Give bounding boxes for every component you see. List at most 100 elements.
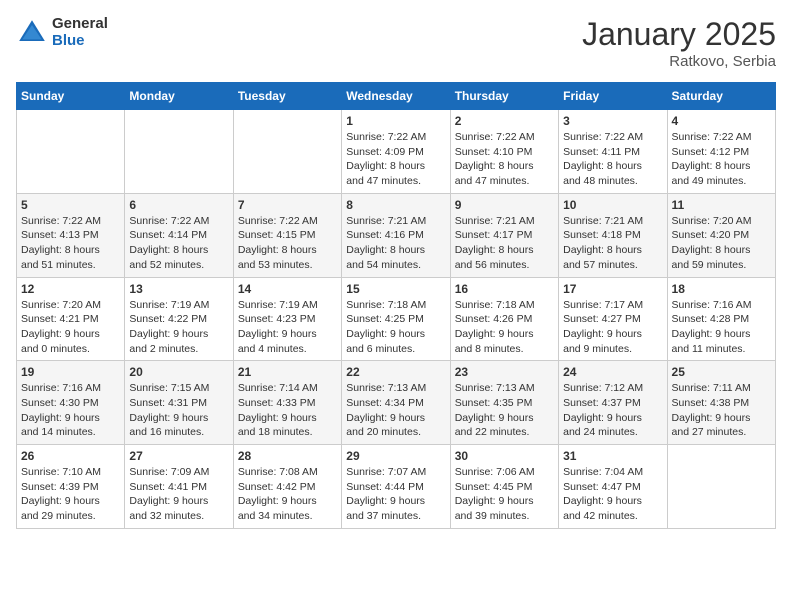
day-number: 9 bbox=[455, 198, 554, 212]
calendar-header-row: SundayMondayTuesdayWednesdayThursdayFrid… bbox=[17, 83, 776, 110]
calendar-title: January 2025 bbox=[582, 16, 776, 53]
calendar-cell: 29 Sunrise: 7:07 AM Sunset: 4:44 PM Dayli… bbox=[342, 445, 450, 529]
day-info: Sunrise: 7:16 AM Sunset: 4:28 PM Dayligh… bbox=[672, 298, 771, 357]
calendar-cell: 8 Sunrise: 7:21 AM Sunset: 4:16 PM Daylig… bbox=[342, 193, 450, 277]
calendar-cell: 7 Sunrise: 7:22 AM Sunset: 4:15 PM Daylig… bbox=[233, 193, 341, 277]
day-number: 16 bbox=[455, 282, 554, 296]
calendar-cell: 22 Sunrise: 7:13 AM Sunset: 4:34 PM Dayli… bbox=[342, 361, 450, 445]
day-number: 25 bbox=[672, 365, 771, 379]
day-number: 4 bbox=[672, 114, 771, 128]
day-number: 24 bbox=[563, 365, 662, 379]
calendar-table: SundayMondayTuesdayWednesdayThursdayFrid… bbox=[16, 82, 776, 529]
day-info: Sunrise: 7:10 AM Sunset: 4:39 PM Dayligh… bbox=[21, 465, 120, 524]
calendar-cell: 26 Sunrise: 7:10 AM Sunset: 4:39 PM Dayli… bbox=[17, 445, 125, 529]
day-info: Sunrise: 7:13 AM Sunset: 4:35 PM Dayligh… bbox=[455, 381, 554, 440]
page-header: General Blue January 2025 Ratkovo, Serbi… bbox=[16, 16, 776, 70]
calendar-cell: 17 Sunrise: 7:17 AM Sunset: 4:27 PM Dayli… bbox=[559, 277, 667, 361]
day-info: Sunrise: 7:22 AM Sunset: 4:11 PM Dayligh… bbox=[563, 130, 662, 189]
day-info: Sunrise: 7:21 AM Sunset: 4:16 PM Dayligh… bbox=[346, 214, 445, 273]
day-info: Sunrise: 7:17 AM Sunset: 4:27 PM Dayligh… bbox=[563, 298, 662, 357]
calendar-cell: 3Sunrise: 7:22 AM Sunset: 4:11 PM Daylig… bbox=[559, 110, 667, 194]
calendar-cell bbox=[125, 110, 233, 194]
day-number: 5 bbox=[21, 198, 120, 212]
day-number: 30 bbox=[455, 449, 554, 463]
col-header-wednesday: Wednesday bbox=[342, 83, 450, 110]
day-info: Sunrise: 7:22 AM Sunset: 4:14 PM Dayligh… bbox=[129, 214, 228, 273]
day-info: Sunrise: 7:18 AM Sunset: 4:26 PM Dayligh… bbox=[455, 298, 554, 357]
day-number: 10 bbox=[563, 198, 662, 212]
day-number: 8 bbox=[346, 198, 445, 212]
calendar-cell: 14Sunrise: 7:19 AM Sunset: 4:23 PM Dayli… bbox=[233, 277, 341, 361]
day-info: Sunrise: 7:22 AM Sunset: 4:09 PM Dayligh… bbox=[346, 130, 445, 189]
calendar-cell: 4 Sunrise: 7:22 AM Sunset: 4:12 PM Daylig… bbox=[667, 110, 775, 194]
day-info: Sunrise: 7:22 AM Sunset: 4:12 PM Dayligh… bbox=[672, 130, 771, 189]
day-number: 31 bbox=[563, 449, 662, 463]
day-info: Sunrise: 7:19 AM Sunset: 4:23 PM Dayligh… bbox=[238, 298, 337, 357]
day-info: Sunrise: 7:06 AM Sunset: 4:45 PM Dayligh… bbox=[455, 465, 554, 524]
day-info: Sunrise: 7:11 AM Sunset: 4:38 PM Dayligh… bbox=[672, 381, 771, 440]
col-header-tuesday: Tuesday bbox=[233, 83, 341, 110]
calendar-cell: 6 Sunrise: 7:22 AM Sunset: 4:14 PM Daylig… bbox=[125, 193, 233, 277]
calendar-cell bbox=[667, 445, 775, 529]
day-number: 23 bbox=[455, 365, 554, 379]
day-info: Sunrise: 7:12 AM Sunset: 4:37 PM Dayligh… bbox=[563, 381, 662, 440]
calendar-cell: 31 Sunrise: 7:04 AM Sunset: 4:47 PM Dayli… bbox=[559, 445, 667, 529]
day-number: 20 bbox=[129, 365, 228, 379]
logo-blue-text: Blue bbox=[52, 33, 108, 50]
calendar-cell: 9 Sunrise: 7:21 AM Sunset: 4:17 PM Daylig… bbox=[450, 193, 558, 277]
calendar-location: Ratkovo, Serbia bbox=[582, 53, 776, 70]
day-number: 22 bbox=[346, 365, 445, 379]
day-number: 28 bbox=[238, 449, 337, 463]
calendar-cell: 10 Sunrise: 7:21 AM Sunset: 4:18 PM Dayli… bbox=[559, 193, 667, 277]
col-header-monday: Monday bbox=[125, 83, 233, 110]
calendar-cell bbox=[17, 110, 125, 194]
day-number: 6 bbox=[129, 198, 228, 212]
logo-text: General Blue bbox=[52, 16, 108, 49]
title-block: January 2025 Ratkovo, Serbia bbox=[582, 16, 776, 70]
calendar-cell: 2Sunrise: 7:22 AM Sunset: 4:10 PM Daylig… bbox=[450, 110, 558, 194]
calendar-week-2: 5Sunrise: 7:22 AM Sunset: 4:13 PM Daylig… bbox=[17, 193, 776, 277]
calendar-cell: 28 Sunrise: 7:08 AM Sunset: 4:42 PM Dayli… bbox=[233, 445, 341, 529]
day-number: 26 bbox=[21, 449, 120, 463]
calendar-week-3: 12Sunrise: 7:20 AM Sunset: 4:21 PM Dayli… bbox=[17, 277, 776, 361]
day-info: Sunrise: 7:19 AM Sunset: 4:22 PM Dayligh… bbox=[129, 298, 228, 357]
day-info: Sunrise: 7:20 AM Sunset: 4:20 PM Dayligh… bbox=[672, 214, 771, 273]
col-header-sunday: Sunday bbox=[17, 83, 125, 110]
calendar-cell: 27Sunrise: 7:09 AM Sunset: 4:41 PM Dayli… bbox=[125, 445, 233, 529]
day-number: 19 bbox=[21, 365, 120, 379]
day-number: 15 bbox=[346, 282, 445, 296]
day-info: Sunrise: 7:07 AM Sunset: 4:44 PM Dayligh… bbox=[346, 465, 445, 524]
calendar-cell: 25 Sunrise: 7:11 AM Sunset: 4:38 PM Dayli… bbox=[667, 361, 775, 445]
day-number: 7 bbox=[238, 198, 337, 212]
day-info: Sunrise: 7:16 AM Sunset: 4:30 PM Dayligh… bbox=[21, 381, 120, 440]
day-info: Sunrise: 7:14 AM Sunset: 4:33 PM Dayligh… bbox=[238, 381, 337, 440]
calendar-cell: 30 Sunrise: 7:06 AM Sunset: 4:45 PM Dayli… bbox=[450, 445, 558, 529]
calendar-cell: 1 Sunrise: 7:22 AM Sunset: 4:09 PM Daylig… bbox=[342, 110, 450, 194]
calendar-cell: 16 Sunrise: 7:18 AM Sunset: 4:26 PM Dayli… bbox=[450, 277, 558, 361]
calendar-cell: 5Sunrise: 7:22 AM Sunset: 4:13 PM Daylig… bbox=[17, 193, 125, 277]
calendar-week-5: 26 Sunrise: 7:10 AM Sunset: 4:39 PM Dayli… bbox=[17, 445, 776, 529]
calendar-cell: 21 Sunrise: 7:14 AM Sunset: 4:33 PM Dayli… bbox=[233, 361, 341, 445]
day-number: 18 bbox=[672, 282, 771, 296]
calendar-cell: 19 Sunrise: 7:16 AM Sunset: 4:30 PM Dayli… bbox=[17, 361, 125, 445]
calendar-week-4: 19 Sunrise: 7:16 AM Sunset: 4:30 PM Dayli… bbox=[17, 361, 776, 445]
day-number: 1 bbox=[346, 114, 445, 128]
day-info: Sunrise: 7:04 AM Sunset: 4:47 PM Dayligh… bbox=[563, 465, 662, 524]
day-info: Sunrise: 7:08 AM Sunset: 4:42 PM Dayligh… bbox=[238, 465, 337, 524]
day-info: Sunrise: 7:09 AM Sunset: 4:41 PM Dayligh… bbox=[129, 465, 228, 524]
day-number: 21 bbox=[238, 365, 337, 379]
col-header-friday: Friday bbox=[559, 83, 667, 110]
calendar-cell: 23 Sunrise: 7:13 AM Sunset: 4:35 PM Dayli… bbox=[450, 361, 558, 445]
day-info: Sunrise: 7:22 AM Sunset: 4:15 PM Dayligh… bbox=[238, 214, 337, 273]
calendar-cell: 18 Sunrise: 7:16 AM Sunset: 4:28 PM Dayli… bbox=[667, 277, 775, 361]
day-number: 13 bbox=[129, 282, 228, 296]
calendar-week-1: 1 Sunrise: 7:22 AM Sunset: 4:09 PM Daylig… bbox=[17, 110, 776, 194]
day-info: Sunrise: 7:21 AM Sunset: 4:17 PM Dayligh… bbox=[455, 214, 554, 273]
col-header-saturday: Saturday bbox=[667, 83, 775, 110]
day-number: 17 bbox=[563, 282, 662, 296]
day-info: Sunrise: 7:13 AM Sunset: 4:34 PM Dayligh… bbox=[346, 381, 445, 440]
day-info: Sunrise: 7:20 AM Sunset: 4:21 PM Dayligh… bbox=[21, 298, 120, 357]
day-number: 29 bbox=[346, 449, 445, 463]
calendar-cell: 11Sunrise: 7:20 AM Sunset: 4:20 PM Dayli… bbox=[667, 193, 775, 277]
day-info: Sunrise: 7:21 AM Sunset: 4:18 PM Dayligh… bbox=[563, 214, 662, 273]
